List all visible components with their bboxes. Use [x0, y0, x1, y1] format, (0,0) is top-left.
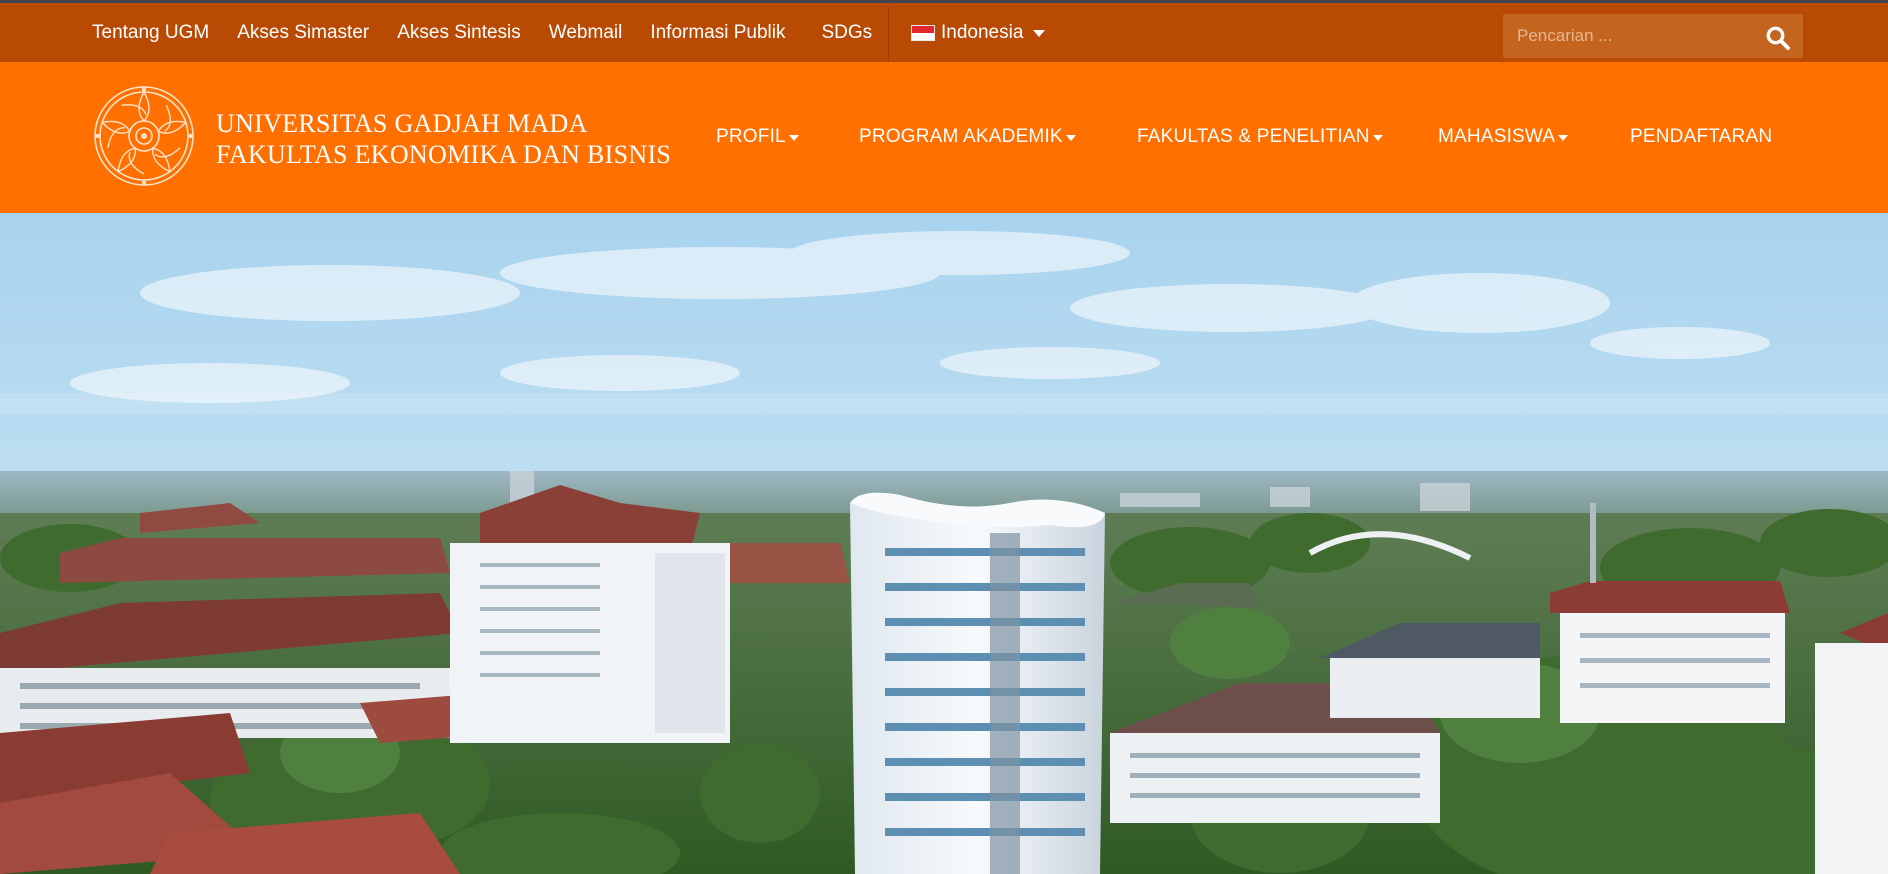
language-selector[interactable]: Indonesia	[911, 3, 1046, 62]
chevron-down-icon	[1372, 134, 1383, 141]
search-icon[interactable]	[1765, 25, 1791, 51]
nav-item-program-akademik[interactable]: PROGRAM AKADEMIK	[859, 126, 1076, 148]
hero-banner	[0, 213, 1888, 874]
top-link-informasi-publik[interactable]: Informasi Publik	[650, 22, 785, 44]
nav-item-fakultas-penelitian[interactable]: FAKULTAS & PENELITIAN	[1137, 126, 1383, 148]
chevron-down-icon	[788, 134, 799, 141]
chevron-down-icon	[1065, 134, 1076, 141]
search-input[interactable]	[1503, 14, 1743, 58]
nav-item-label: PROGRAM AKADEMIK	[859, 126, 1063, 147]
main-navigation: PROFIL PROGRAM AKADEMIK FAKULTAS & PENEL…	[0, 62, 1888, 213]
top-links: Tentang UGM Akses Simaster Akses Sintesi…	[92, 3, 900, 62]
nav-item-mahasiswa[interactable]: MAHASISWA	[1438, 126, 1569, 148]
top-link-webmail[interactable]: Webmail	[549, 22, 623, 44]
nav-item-label: FAKULTAS & PENELITIAN	[1137, 126, 1370, 147]
aerial-campus-photo	[0, 213, 1888, 874]
nav-item-label: MAHASISWA	[1438, 126, 1556, 147]
top-link-akses-sintesis[interactable]: Akses Sintesis	[397, 22, 521, 44]
language-label: Indonesia	[941, 21, 1024, 43]
top-link-sdgs[interactable]: SDGs	[822, 22, 873, 44]
nav-item-label: PROFIL	[716, 126, 786, 147]
nav-item-profil[interactable]: PROFIL	[716, 126, 799, 148]
nav-item-label: PENDAFTARAN	[1630, 126, 1773, 147]
main-header: UNIVERSITAS GADJAH MADA FAKULTAS EKONOMI…	[0, 62, 1888, 213]
search-box	[1503, 14, 1803, 58]
chevron-down-icon	[1033, 30, 1046, 37]
chevron-down-icon	[1558, 134, 1569, 141]
top-link-tentang-ugm[interactable]: Tentang UGM	[92, 22, 209, 44]
nav-item-pendaftaran[interactable]: PENDAFTARAN	[1630, 126, 1772, 148]
top-utility-bar: Tentang UGM Akses Simaster Akses Sintesi…	[0, 0, 1888, 62]
indonesia-flag-icon	[911, 24, 935, 41]
top-divider	[888, 6, 889, 62]
top-link-akses-simaster[interactable]: Akses Simaster	[237, 22, 369, 44]
